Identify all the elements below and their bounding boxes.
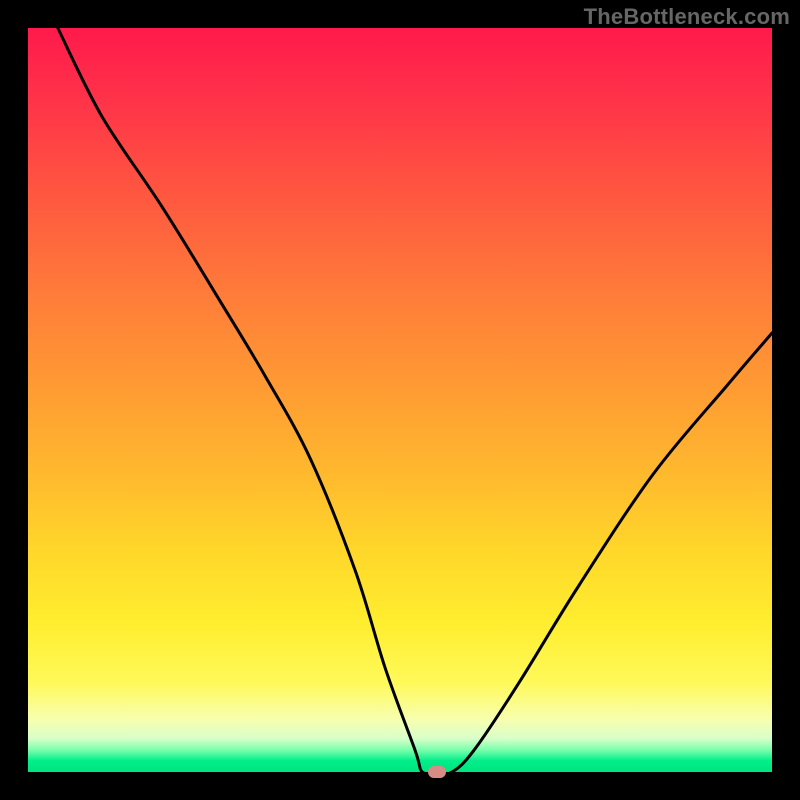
chart-frame: TheBottleneck.com [0,0,800,800]
optimum-marker [428,766,446,778]
watermark-text: TheBottleneck.com [584,4,790,30]
bottleneck-curve [28,28,772,772]
plot-area [28,28,772,772]
curve-path [58,28,772,774]
